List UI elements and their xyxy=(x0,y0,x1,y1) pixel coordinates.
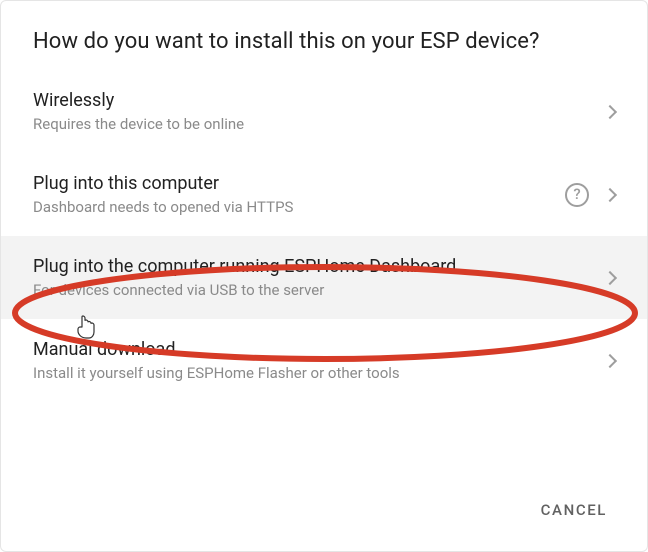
chevron-right-icon xyxy=(603,353,617,367)
chevron-right-icon xyxy=(603,187,617,201)
option-trailing xyxy=(605,107,615,117)
option-text: Plug into the computer running ESPHome D… xyxy=(33,256,605,299)
cancel-button[interactable]: CANCEL xyxy=(529,493,619,527)
option-wirelessly[interactable]: Wirelessly Requires the device to be onli… xyxy=(1,70,647,153)
option-plug-this-computer[interactable]: Plug into this computer Dashboard needs t… xyxy=(1,153,647,236)
option-manual-download[interactable]: Manual download Install it yourself using… xyxy=(1,319,647,402)
option-title: Plug into this computer xyxy=(33,173,565,194)
install-options-list: Wirelessly Requires the device to be onli… xyxy=(1,70,647,402)
option-trailing xyxy=(605,356,615,366)
chevron-right-icon xyxy=(603,270,617,284)
option-text: Plug into this computer Dashboard needs t… xyxy=(33,173,565,216)
option-subtitle: For devices connected via USB to the ser… xyxy=(33,281,605,299)
option-text: Wirelessly Requires the device to be onli… xyxy=(33,90,605,133)
option-trailing: ? xyxy=(565,183,615,207)
chevron-right-icon xyxy=(603,104,617,118)
help-icon[interactable]: ? xyxy=(565,183,589,207)
option-subtitle: Requires the device to be online xyxy=(33,115,605,133)
dialog-title: How do you want to install this on your … xyxy=(1,1,647,66)
option-plug-dashboard-computer[interactable]: Plug into the computer running ESPHome D… xyxy=(1,236,647,319)
option-subtitle: Install it yourself using ESPHome Flashe… xyxy=(33,364,605,382)
option-trailing xyxy=(605,273,615,283)
option-text: Manual download Install it yourself using… xyxy=(33,339,605,382)
dialog-actions: CANCEL xyxy=(1,473,647,551)
option-title: Plug into the computer running ESPHome D… xyxy=(33,256,605,277)
option-subtitle: Dashboard needs to opened via HTTPS xyxy=(33,198,565,216)
install-dialog: How do you want to install this on your … xyxy=(0,0,648,552)
option-title: Manual download xyxy=(33,339,605,360)
option-title: Wirelessly xyxy=(33,90,605,111)
